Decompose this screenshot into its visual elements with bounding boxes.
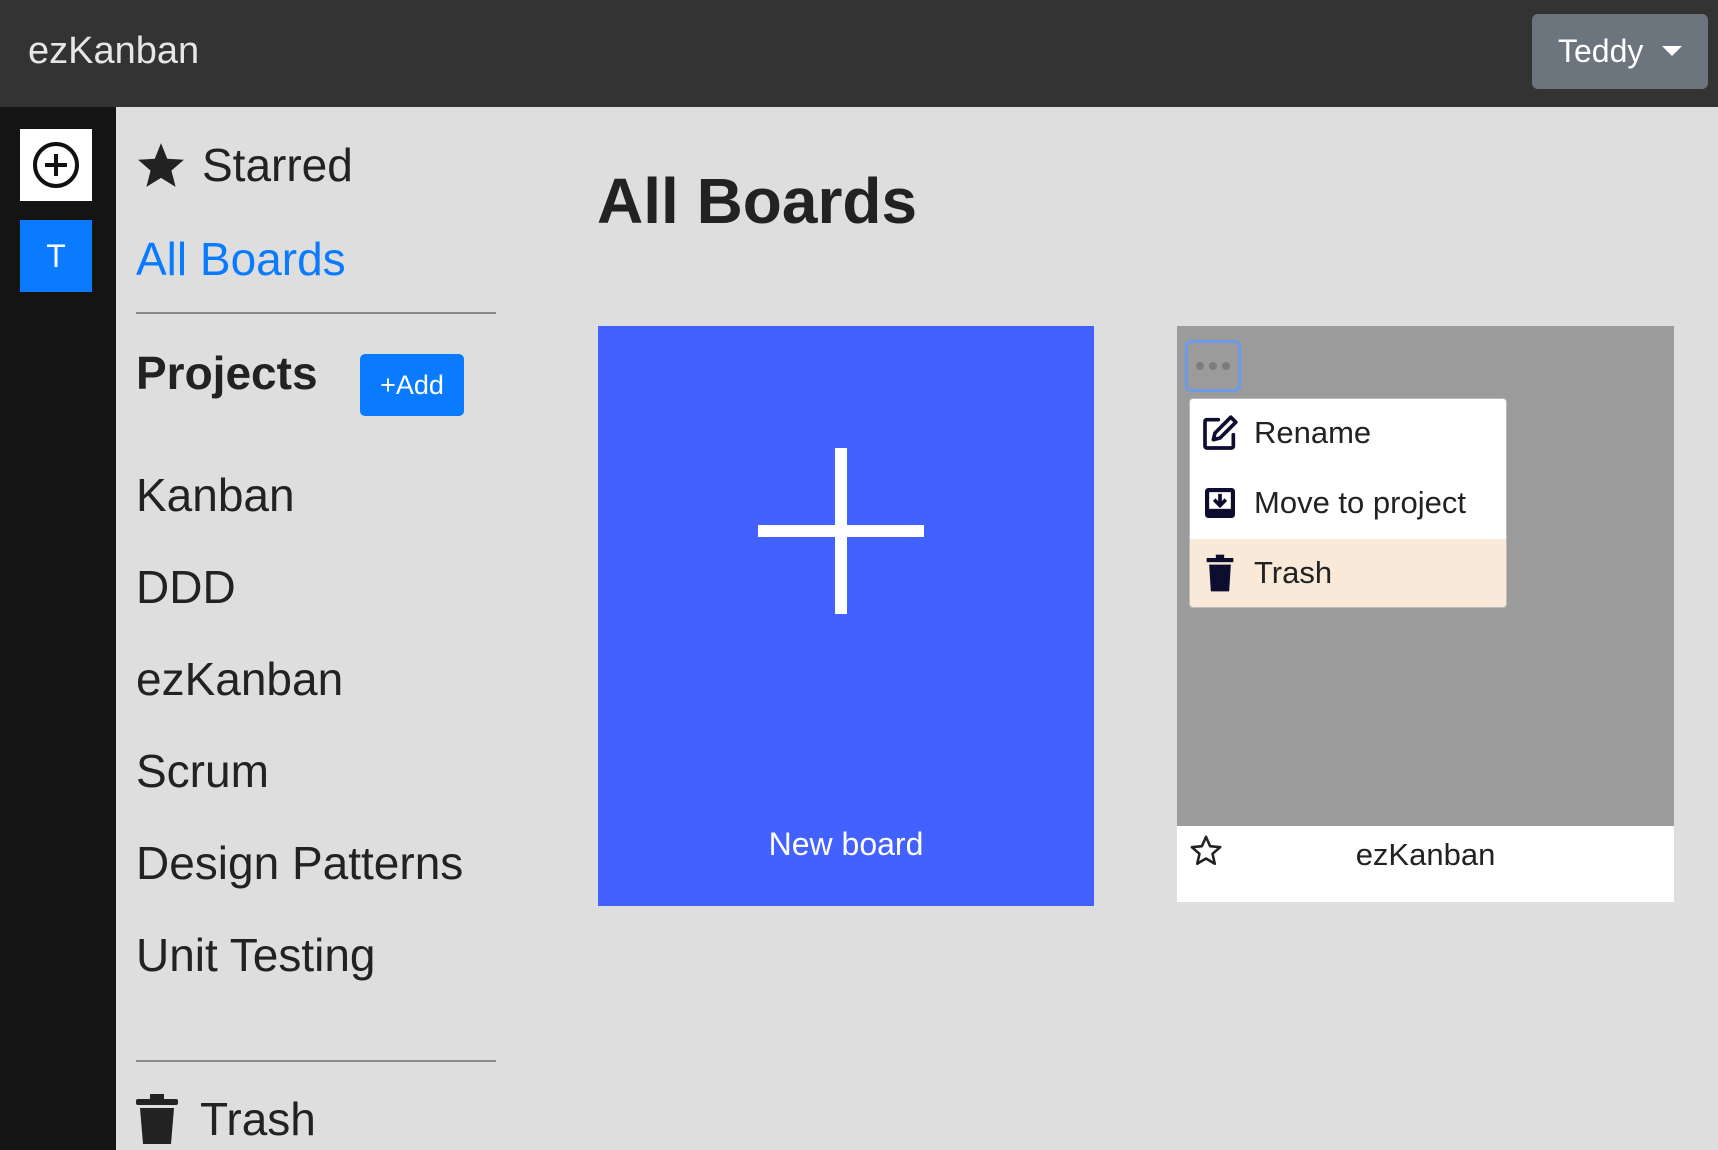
star-filled-icon — [138, 143, 184, 187]
project-item-ddd[interactable]: DDD — [136, 560, 463, 652]
sidebar-item-all-boards[interactable]: All Boards — [136, 232, 346, 286]
menu-item-label: Rename — [1254, 415, 1372, 450]
project-item-scrum[interactable]: Scrum — [136, 744, 463, 836]
new-board-label: New board — [768, 826, 924, 862]
edit-icon — [1203, 415, 1238, 450]
menu-item-label: Trash — [1254, 555, 1333, 590]
dot — [1222, 362, 1230, 370]
page-title: All Boards — [597, 165, 918, 237]
trash-icon — [1206, 554, 1234, 592]
board-card[interactable]: Rename Move to project Trash ezKanban — [1177, 326, 1674, 902]
trash-icon — [136, 1094, 178, 1144]
plus-icon — [758, 448, 924, 614]
move-to-project-icon — [1205, 488, 1235, 518]
project-item-ezkanban[interactable]: ezKanban — [136, 652, 463, 744]
add-project-button[interactable]: +Add — [360, 354, 464, 416]
sidebar-item-starred[interactable]: Starred — [136, 138, 353, 192]
board-menu-button[interactable] — [1185, 340, 1241, 392]
sidebar-item-label: Trash — [200, 1093, 316, 1145]
dot — [1209, 362, 1217, 370]
user-menu-button[interactable]: Teddy — [1532, 14, 1708, 89]
new-board-card[interactable]: New board — [598, 326, 1094, 906]
sidebar-item-label: Starred — [202, 139, 353, 191]
board-name[interactable]: ezKanban — [1177, 837, 1674, 873]
caret-down-icon — [1662, 46, 1682, 56]
project-item-design-patterns[interactable]: Design Patterns — [136, 836, 463, 928]
brand-logo[interactable]: ezKanban — [28, 30, 199, 73]
menu-item-move-to-project[interactable]: Move to project — [1190, 469, 1506, 537]
top-navbar: ezKanban Teddy — [0, 0, 1718, 107]
project-item-kanban[interactable]: Kanban — [136, 468, 463, 560]
project-item-unit-testing[interactable]: Unit Testing — [136, 928, 463, 1020]
sidebar-item-trash[interactable]: Trash — [136, 1092, 316, 1146]
menu-item-rename[interactable]: Rename — [1190, 399, 1506, 467]
team-avatar[interactable]: T — [20, 220, 92, 292]
dot — [1196, 362, 1204, 370]
user-name: Teddy — [1558, 33, 1644, 69]
projects-heading: Projects — [136, 347, 318, 399]
add-team-button[interactable] — [20, 129, 92, 201]
plus-circle-icon — [33, 142, 79, 188]
board-dropdown-menu: Rename Move to project Trash — [1189, 398, 1507, 608]
menu-item-label: Move to project — [1254, 485, 1466, 520]
menu-item-trash[interactable]: Trash — [1190, 539, 1506, 607]
sidebar-divider — [136, 312, 496, 314]
project-list: Kanban DDD ezKanban Scrum Design Pattern… — [136, 468, 463, 1020]
sidebar-divider — [136, 1060, 496, 1062]
